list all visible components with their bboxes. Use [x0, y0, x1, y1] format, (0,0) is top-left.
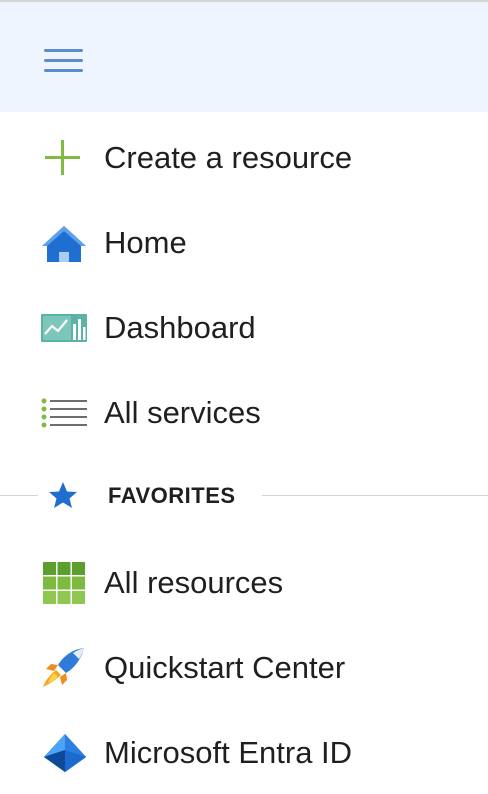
- divider: [262, 495, 488, 496]
- favorites-section-header: FAVORITES: [0, 470, 488, 520]
- menu-item-home[interactable]: Home: [0, 208, 488, 278]
- home-icon: [40, 222, 90, 264]
- list-icon: [40, 392, 90, 434]
- menu-item-all-resources[interactable]: All resources: [0, 548, 488, 618]
- menu-item-label: Create a resource: [104, 140, 353, 175]
- hamburger-menu-icon[interactable]: [44, 47, 84, 75]
- menu-item-microsoft-entra-id[interactable]: Microsoft Entra ID: [0, 718, 488, 788]
- menu-item-label: All resources: [104, 565, 284, 600]
- menu-item-label: Microsoft Entra ID: [104, 735, 353, 770]
- menu-item-dashboard[interactable]: Dashboard: [0, 293, 488, 363]
- menu-item-label: Home: [104, 225, 187, 260]
- menu-item-label: All services: [104, 395, 261, 430]
- star-icon: [48, 481, 78, 509]
- rocket-icon: [40, 647, 90, 689]
- favorites-heading: FAVORITES: [108, 483, 236, 508]
- menu-item-label: Quickstart Center: [104, 650, 346, 685]
- grid-icon: [40, 562, 90, 604]
- menu-item-create-resource[interactable]: Create a resource: [0, 123, 488, 193]
- divider: [0, 495, 38, 496]
- portal-menu-header: [0, 0, 488, 112]
- menu-item-all-services[interactable]: All services: [0, 378, 488, 448]
- entra-id-icon: [40, 732, 90, 774]
- menu-item-label: Dashboard: [104, 310, 256, 345]
- plus-icon: [40, 137, 90, 179]
- menu-item-quickstart-center[interactable]: Quickstart Center: [0, 633, 488, 703]
- dashboard-icon: [40, 307, 90, 349]
